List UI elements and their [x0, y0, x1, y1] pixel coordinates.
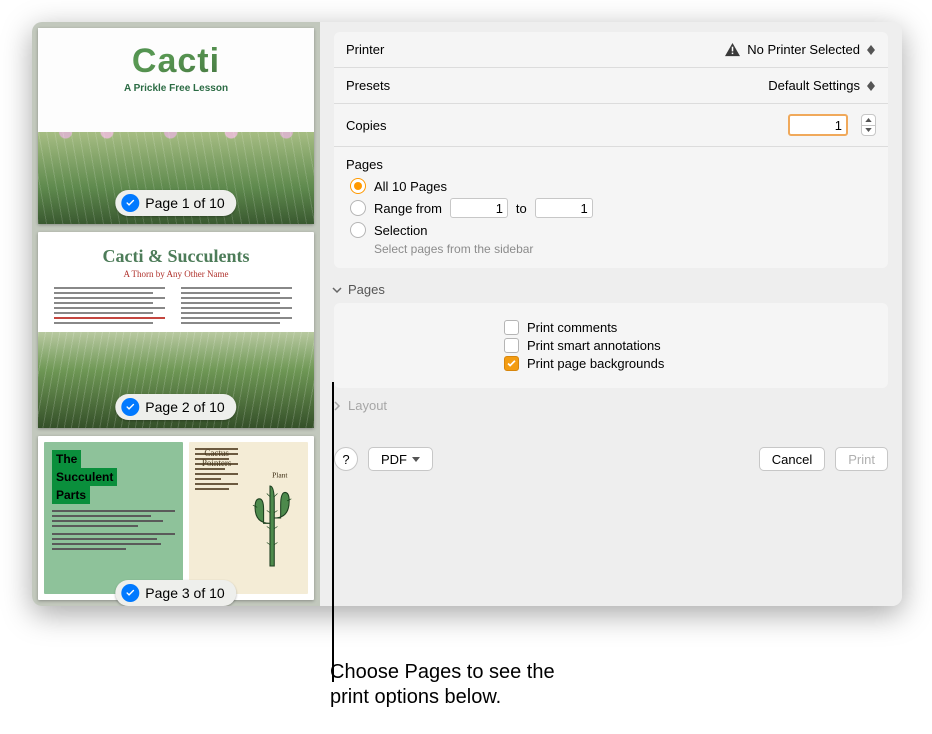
page-thumbnail-3[interactable]: The Succulent Parts Cactus Pointers Plan…: [38, 436, 314, 600]
cactus-drawing: Plant: [238, 448, 302, 588]
chevron-down-icon: [332, 285, 342, 295]
range-to-label: to: [516, 201, 527, 216]
range-from-input[interactable]: [450, 198, 508, 218]
app-options-section: Pages Print comments Print smart annotat…: [334, 282, 888, 419]
radio-selection[interactable]: [350, 222, 366, 238]
copies-row: Copies: [334, 103, 888, 146]
all-pages-label: All 10 Pages: [374, 179, 447, 194]
presets-row: Presets Default Settings: [334, 67, 888, 103]
callout-leader-line: [332, 382, 334, 682]
print-button[interactable]: Print: [835, 447, 888, 471]
layout-section-header[interactable]: Layout: [332, 398, 888, 413]
checkmark-icon: [121, 398, 139, 416]
pdf-label: PDF: [381, 452, 407, 467]
page-badge-2[interactable]: Page 2 of 10: [115, 394, 236, 420]
copies-label: Copies: [346, 118, 386, 133]
radio-all-pages[interactable]: [350, 178, 366, 194]
printer-popup[interactable]: No Printer Selected: [724, 42, 876, 57]
up-down-arrows-icon: [866, 81, 876, 91]
warning-icon: [724, 42, 741, 57]
page-badge-label: Page 3 of 10: [145, 585, 224, 601]
printer-label: Printer: [346, 42, 384, 57]
stepper-up-icon[interactable]: [862, 115, 875, 126]
range-to-input[interactable]: [535, 198, 593, 218]
page-badge-1[interactable]: Page 1 of 10: [115, 190, 236, 216]
pages-section-label: Pages: [348, 282, 385, 297]
thumb1-subtitle: A Prickle Free Lesson: [38, 83, 314, 94]
thumb3-heading-1: The: [52, 450, 81, 468]
checkbox-print-backgrounds[interactable]: [504, 356, 519, 371]
thumb2-title: Cacti & Succulents: [54, 246, 298, 267]
thumb3-heading-2: Succulent: [52, 468, 117, 486]
up-down-arrows-icon: [866, 45, 876, 55]
print-comments-label: Print comments: [527, 320, 617, 335]
checkbox-print-comments[interactable]: [504, 320, 519, 335]
print-dialog: Cacti A Prickle Free Lesson Page 1 of 10…: [32, 22, 902, 606]
checkbox-print-annotations[interactable]: [504, 338, 519, 353]
cancel-button[interactable]: Cancel: [759, 447, 825, 471]
radio-range[interactable]: [350, 200, 366, 216]
sidebar-thumbnails: Cacti A Prickle Free Lesson Page 1 of 10…: [32, 22, 320, 606]
copies-input[interactable]: [788, 114, 848, 136]
pages-block: Pages All 10 Pages Range from to Selecti…: [334, 146, 888, 268]
printer-row: Printer No Printer Selected: [334, 32, 888, 67]
print-annotations-label: Print smart annotations: [527, 338, 661, 353]
layout-section-label: Layout: [348, 398, 387, 413]
page-badge-3[interactable]: Page 3 of 10: [115, 580, 236, 606]
pages-section-header[interactable]: Pages: [332, 282, 888, 297]
presets-label: Presets: [346, 78, 390, 93]
checkmark-icon: [121, 584, 139, 602]
help-button[interactable]: ?: [334, 447, 358, 471]
pages-label: Pages: [346, 157, 876, 172]
callout-caption: Choose Pages to see the print options be…: [330, 660, 555, 710]
chevron-down-icon: [412, 457, 420, 462]
dialog-bottom-bar: ? PDF Cancel Print: [320, 439, 902, 483]
range-label: Range from: [374, 201, 442, 216]
print-options-panel: Printer No Printer Selected Presets Defa…: [320, 22, 902, 606]
thumb1-title: Cacti: [38, 42, 314, 81]
page-thumbnail-2[interactable]: Cacti & Succulents A Thorn by Any Other …: [38, 232, 314, 428]
page-thumbnail-1[interactable]: Cacti A Prickle Free Lesson Page 1 of 10: [38, 28, 314, 224]
selection-hint: Select pages from the sidebar: [374, 242, 876, 256]
presets-popup[interactable]: Default Settings: [768, 78, 876, 93]
pdf-popup-button[interactable]: PDF: [368, 447, 433, 471]
plant-label-text: Plant: [272, 470, 288, 479]
copies-stepper[interactable]: [861, 114, 876, 136]
page-badge-label: Page 1 of 10: [145, 195, 224, 211]
thumb3-heading-3: Parts: [52, 486, 90, 504]
printer-value: No Printer Selected: [747, 42, 860, 57]
presets-value: Default Settings: [768, 78, 860, 93]
print-backgrounds-label: Print page backgrounds: [527, 356, 664, 371]
thumb2-subtitle: A Thorn by Any Other Name: [54, 269, 298, 279]
checkmark-icon: [121, 194, 139, 212]
stepper-down-icon[interactable]: [862, 126, 875, 136]
page-badge-label: Page 2 of 10: [145, 399, 224, 415]
thumb3-panel-title: Cactus Pointers: [195, 448, 238, 450]
selection-label: Selection: [374, 223, 427, 238]
